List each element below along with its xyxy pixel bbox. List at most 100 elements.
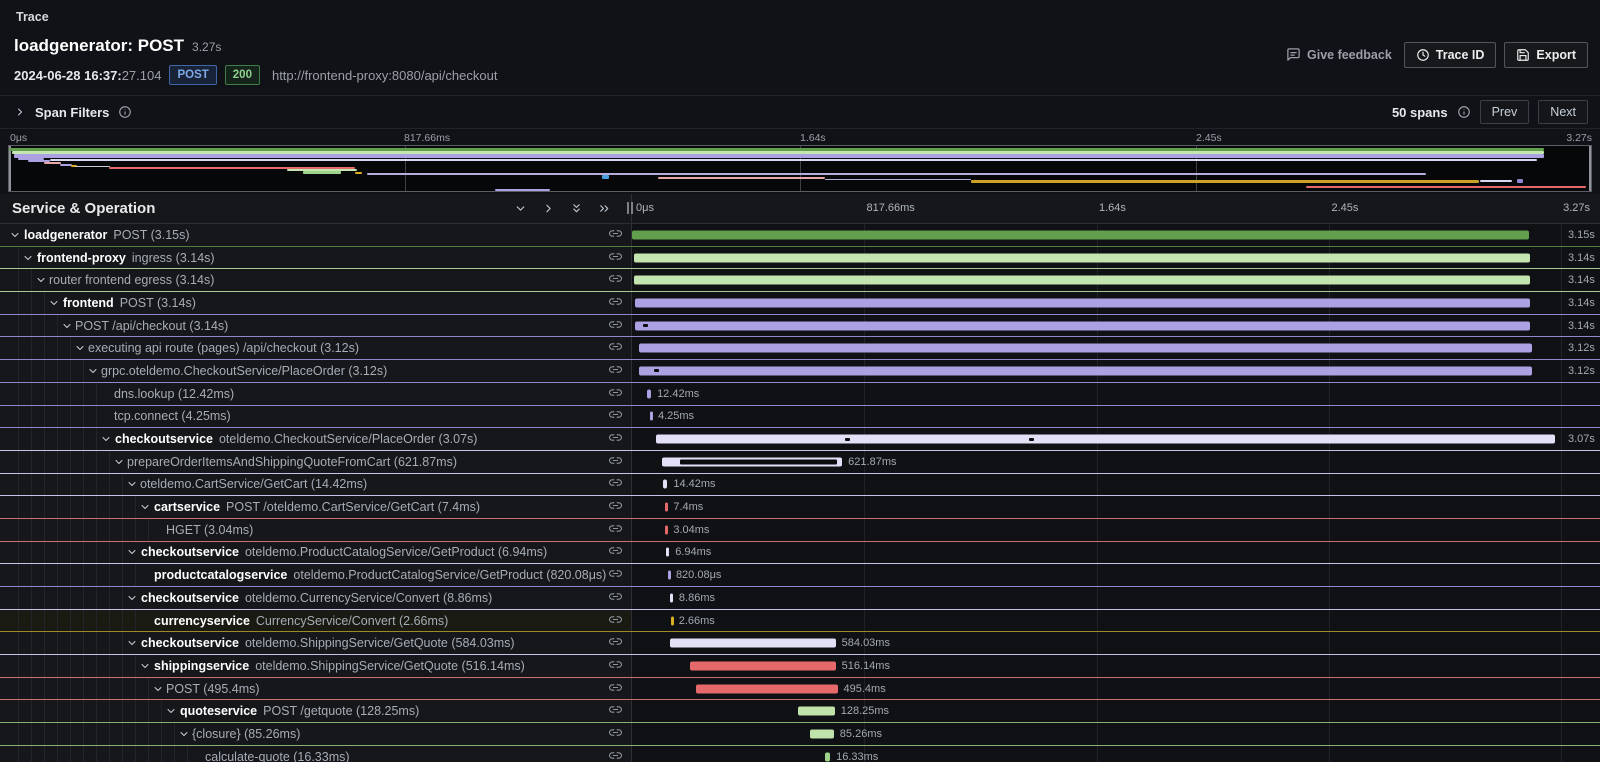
span-duration-bar[interactable] [665,525,668,534]
span-duration-bar[interactable] [670,593,673,602]
next-button[interactable]: Next [1538,100,1588,124]
span-duration-bar[interactable] [656,435,1554,444]
span-name-cell[interactable]: cartservicePOST /oteldemo.CartService/Ge… [0,496,632,518]
span-row[interactable]: POST /api/checkout (3.14s)3.14s [0,315,1600,338]
span-duration-bar[interactable] [668,571,671,580]
span-link-icon[interactable] [609,499,622,515]
span-name-cell[interactable]: POST (495.4ms) [0,678,632,700]
span-link-icon[interactable] [609,681,622,697]
span-row[interactable]: calculate-quote (16.33ms)16.33ms [0,746,1600,762]
span-row[interactable]: checkoutserviceoteldemo.ShippingService/… [0,632,1600,655]
span-name-cell[interactable]: HGET (3.04ms) [0,519,632,541]
give-feedback-button[interactable]: Give feedback [1282,42,1396,67]
chevron-down-icon[interactable] [162,705,179,717]
span-link-icon[interactable] [609,749,622,762]
span-name-cell[interactable]: frontendPOST (3.14s) [0,292,632,314]
span-link-icon[interactable] [609,658,622,674]
span-row[interactable]: router frontend egress (3.14s)3.14s [0,269,1600,292]
span-name-cell[interactable]: router frontend egress (3.14s) [0,269,632,291]
chevron-down-icon[interactable] [71,342,88,354]
span-row[interactable]: checkoutserviceoteldemo.CheckoutService/… [0,428,1600,451]
span-link-icon[interactable] [609,590,622,606]
collapse-all-icon[interactable] [570,202,583,215]
span-name-cell[interactable]: quoteservicePOST /getquote (128.25ms) [0,700,632,722]
span-name-cell[interactable]: prepareOrderItemsAndShippingQuoteFromCar… [0,451,632,473]
span-link-icon[interactable] [609,635,622,651]
minimap-viewport-left-handle[interactable] [9,146,11,191]
span-row[interactable]: currencyserviceCurrencyService/Convert (… [0,610,1600,633]
span-duration-bar[interactable] [825,752,830,761]
span-duration-bar[interactable] [665,503,668,512]
span-link-icon[interactable] [609,340,622,356]
span-link-icon[interactable] [609,454,622,470]
span-link-icon[interactable] [609,703,622,719]
span-duration-bar[interactable] [663,480,668,489]
span-duration-bar[interactable] [650,412,653,421]
span-duration-bar[interactable] [810,729,834,738]
span-name-cell[interactable]: dns.lookup (12.42ms) [0,383,632,405]
span-row[interactable]: executing api route (pages) /api/checkou… [0,337,1600,360]
span-duration-bar[interactable] [666,548,669,557]
span-row[interactable]: loadgeneratorPOST (3.15s)3.15s [0,224,1600,247]
span-row[interactable]: frontendPOST (3.14s)3.14s [0,292,1600,315]
minimap-canvas[interactable] [8,145,1592,192]
span-duration-bar[interactable] [662,457,842,466]
span-row[interactable]: POST (495.4ms)495.4ms [0,678,1600,701]
span-duration-bar[interactable] [635,321,1531,330]
span-duration-bar[interactable] [634,253,1531,262]
chevron-down-icon[interactable] [58,320,75,332]
chevron-down-icon[interactable] [45,297,62,309]
span-link-icon[interactable] [609,386,622,402]
span-row[interactable]: quoteservicePOST /getquote (128.25ms)128… [0,700,1600,723]
span-name-cell[interactable]: frontend-proxyingress (3.14s) [0,247,632,269]
span-link-icon[interactable] [609,567,622,583]
collapse-one-icon[interactable] [514,202,527,215]
span-row[interactable]: cartservicePOST /oteldemo.CartService/Ge… [0,496,1600,519]
chevron-down-icon[interactable] [84,365,101,377]
chevron-down-icon[interactable] [97,433,114,445]
minimap-viewport-right-handle[interactable] [1589,146,1591,191]
span-link-icon[interactable] [609,318,622,334]
span-duration-bar[interactable] [635,298,1531,307]
chevron-down-icon[interactable] [136,501,153,513]
span-row[interactable]: productcatalogserviceoteldemo.ProductCat… [0,564,1600,587]
chevron-down-icon[interactable] [6,229,23,241]
span-row[interactable]: HGET (3.04ms)3.04ms [0,519,1600,542]
span-link-icon[interactable] [609,431,622,447]
span-duration-bar[interactable] [634,276,1531,285]
span-link-icon[interactable] [609,250,622,266]
span-row[interactable]: grpc.oteldemo.CheckoutService/PlaceOrder… [0,360,1600,383]
span-duration-bar[interactable] [639,344,1532,353]
expand-all-icon[interactable] [598,202,611,215]
span-duration-bar[interactable] [696,684,837,693]
span-name-cell[interactable]: oteldemo.CartService/GetCart (14.42ms) [0,474,632,496]
export-button[interactable]: Export [1504,42,1588,68]
span-row[interactable]: dns.lookup (12.42ms)12.42ms [0,383,1600,406]
span-name-cell[interactable]: tcp.connect (4.25ms) [0,406,632,428]
prev-button[interactable]: Prev [1480,100,1530,124]
span-row[interactable]: checkoutserviceoteldemo.CurrencyService/… [0,587,1600,610]
span-name-cell[interactable]: loadgeneratorPOST (3.15s) [0,224,632,246]
chevron-down-icon[interactable] [175,728,192,740]
span-name-cell[interactable]: checkoutserviceoteldemo.CurrencyService/… [0,587,632,609]
span-link-icon[interactable] [609,295,622,311]
chevron-down-icon[interactable] [123,478,140,490]
chevron-down-icon[interactable] [149,683,166,695]
chevron-down-icon[interactable] [110,456,127,468]
chevron-down-icon[interactable] [136,660,153,672]
span-duration-bar[interactable] [639,366,1532,375]
span-link-icon[interactable] [609,726,622,742]
span-link-icon[interactable] [609,272,622,288]
span-row[interactable]: oteldemo.CartService/GetCart (14.42ms)14… [0,474,1600,497]
span-name-cell[interactable]: shippingserviceoteldemo.ShippingService/… [0,655,632,677]
span-duration-bar[interactable] [647,389,651,398]
trace-id-button[interactable]: Trace ID [1404,42,1497,68]
span-name-cell[interactable]: checkoutserviceoteldemo.ProductCatalogSe… [0,542,632,564]
span-row[interactable]: tcp.connect (4.25ms)4.25ms [0,406,1600,429]
span-name-cell[interactable]: executing api route (pages) /api/checkou… [0,337,632,359]
chevron-down-icon[interactable] [123,546,140,558]
chevron-down-icon[interactable] [32,274,49,286]
span-name-cell[interactable]: calculate-quote (16.33ms) [0,746,632,762]
span-name-cell[interactable]: checkoutserviceoteldemo.ShippingService/… [0,632,632,654]
span-duration-bar[interactable] [690,661,836,670]
